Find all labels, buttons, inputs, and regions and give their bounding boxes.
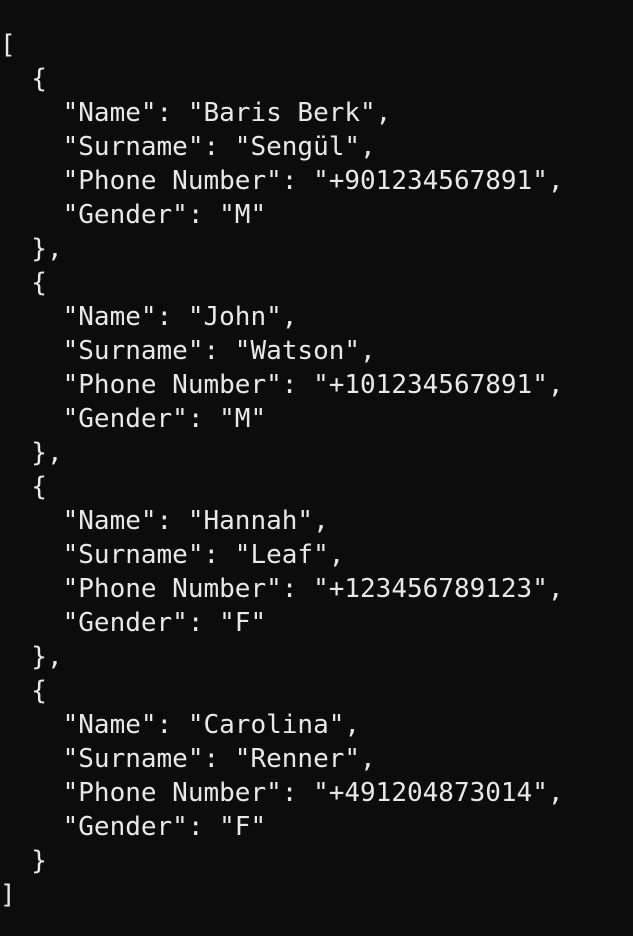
json-line: }, [0,438,63,468]
json-line: { [0,676,47,706]
json-line: "Phone Number": "+491204873014", [0,778,564,808]
json-line: "Name": "John", [0,302,298,332]
json-line: "Gender": "M" [0,404,267,434]
json-line: }, [0,234,63,264]
json-line: "Gender": "F" [0,812,267,842]
terminal-output[interactable]: [ { "Name": "Baris Berk", "Surname": "Se… [0,0,633,936]
json-line: } [0,846,47,876]
json-line: [ [0,30,16,60]
json-line: "Name": "Hannah", [0,506,329,536]
json-line: { [0,472,47,502]
json-line: "Surname": "Renner", [0,744,376,774]
json-line: "Name": "Carolina", [0,710,361,740]
json-line: "Surname": "Sengül", [0,132,376,162]
json-line: "Phone Number": "+123456789123", [0,574,564,604]
json-line: "Surname": "Watson", [0,336,376,366]
json-line: "Gender": "F" [0,608,267,638]
json-line: { [0,64,47,94]
json-line: "Phone Number": "+901234567891", [0,166,564,196]
json-line: "Gender": "M" [0,200,267,230]
json-line: }, [0,642,63,672]
json-line: "Surname": "Leaf", [0,540,345,570]
json-line: ] [0,880,16,910]
json-line: { [0,268,47,298]
json-line: "Phone Number": "+101234567891", [0,370,564,400]
json-line: "Name": "Baris Berk", [0,98,392,128]
